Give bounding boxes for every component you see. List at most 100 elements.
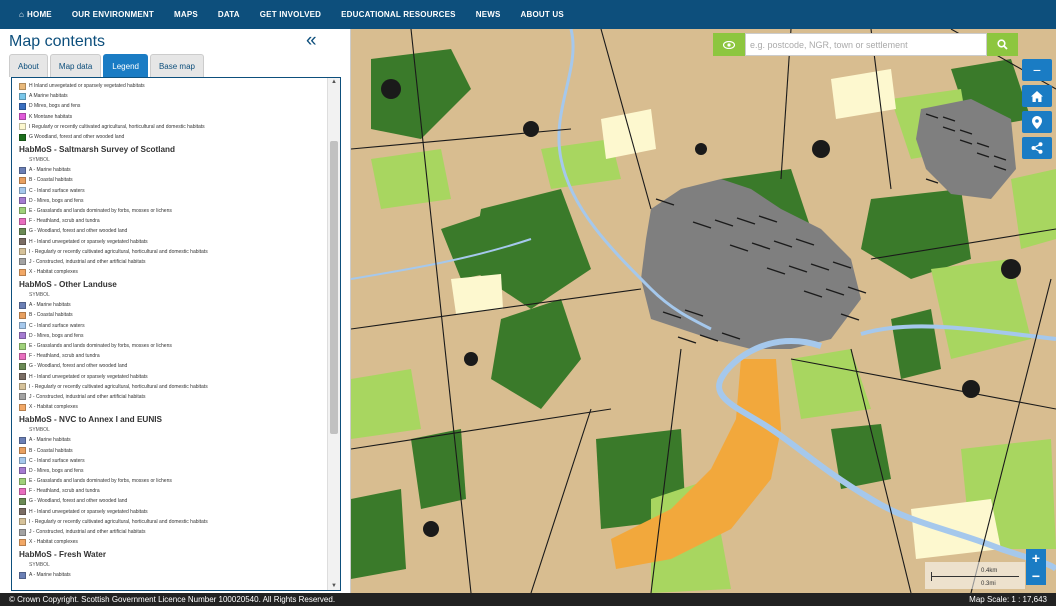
legend-scrollbar[interactable]: ▲ ▼	[327, 78, 340, 590]
legend-swatch	[19, 238, 26, 246]
legend-item-label: I - Regularly or recently cultivated agr…	[29, 248, 208, 255]
legend-symbol-label: SYMBOL	[29, 157, 50, 164]
legend-item-label: C - Inland surface waters	[29, 322, 85, 329]
legend-item: F - Heathland, scrub and tundra	[19, 486, 328, 496]
legend-item: B - Coastal habitats	[19, 310, 328, 320]
map-field-grassland	[371, 149, 451, 209]
legend-section-heading: HabMoS - Saltmarsh Survey of Scotland	[19, 145, 176, 155]
map-controls: −	[1022, 59, 1052, 163]
map-contents-sidebar: Map contents « About Map data Legend Base m…	[0, 29, 351, 593]
legend-item-label: B - Coastal habitats	[29, 177, 73, 184]
legend-item: A - Marine habitats	[19, 570, 328, 580]
legend-item-label: A - Marine habitats	[29, 572, 71, 579]
legend-item-label: H Inland unvegetated or sparsely vegetat…	[29, 83, 145, 90]
location-search-input[interactable]	[745, 33, 987, 56]
legend-item: B - Coastal habitats	[19, 445, 328, 455]
share-icon[interactable]	[1022, 137, 1052, 159]
legend-swatch	[19, 197, 26, 205]
legend-swatch	[19, 258, 26, 266]
legend-item: D - Mires, bogs and fens	[19, 196, 328, 206]
scale-line	[931, 576, 1019, 577]
legend-swatch	[19, 342, 26, 350]
search-icon[interactable]	[987, 33, 1018, 56]
zoom-controls: + −	[1026, 549, 1046, 585]
legend-item-label: F - Heathland, scrub and tundra	[29, 353, 100, 360]
nav-item-label: EDUCATIONAL RESOURCES	[341, 10, 456, 19]
legend-item: A Marine habitats	[19, 91, 328, 101]
map-canvas[interactable]: − 0.4km 0.3mi + −	[351, 29, 1056, 593]
habitat-map[interactable]	[351, 29, 1056, 593]
legend-swatch	[19, 322, 26, 330]
legend-item-label: B - Coastal habitats	[29, 447, 73, 454]
location-search-bar	[713, 33, 1018, 56]
legend-item: E - Grasslands and lands dominated by fo…	[19, 476, 328, 486]
scroll-up-arrow-icon[interactable]: ▲	[331, 79, 337, 85]
legend-item: D - Mires, bogs and fens	[19, 331, 328, 341]
zoom-out-icon[interactable]: −	[1022, 59, 1052, 81]
nav-item-about-us[interactable]: ABOUT US	[521, 10, 564, 19]
location-pin-icon[interactable]	[1022, 111, 1052, 133]
legend-item-label: A Marine habitats	[29, 93, 68, 100]
legend-item-label: G - Woodland, forest and other wooded la…	[29, 363, 128, 370]
tab-about[interactable]: About	[9, 54, 48, 77]
tab-legend[interactable]: Legend	[103, 54, 148, 77]
dense-woodland-patch	[812, 140, 830, 158]
tab-map-data[interactable]: Map data	[49, 54, 102, 77]
zoom-in-plus-icon[interactable]: +	[1026, 549, 1046, 567]
legend-item-label: H - Inland unvegetated or sparsely veget…	[29, 238, 148, 245]
legend-item: A - Marine habitats	[19, 165, 328, 175]
sidebar-tabs: About Map data Legend Base map	[9, 54, 206, 77]
legend-swatch	[19, 311, 26, 319]
nav-item-home[interactable]: ⌂ HOME	[19, 10, 52, 19]
nav-item-news[interactable]: NEWS	[476, 10, 501, 19]
legend-item-label: E - Grasslands and lands dominated by fo…	[29, 343, 172, 350]
legend-swatch	[19, 508, 26, 516]
legend-swatch	[19, 166, 26, 174]
legend-swatch	[19, 248, 26, 256]
legend-swatch	[19, 207, 26, 215]
collapse-sidebar-button[interactable]: «	[306, 30, 317, 52]
sidebar-title: Map contents	[9, 33, 106, 50]
legend-item-label: J - Constructed, industrial and other ar…	[29, 258, 146, 265]
legend-item: H Inland unvegetated or sparsely vegetat…	[19, 81, 328, 91]
legend-item-label: X - Habitat complexes	[29, 269, 78, 276]
legend-item-label: X - Habitat complexes	[29, 404, 78, 411]
legend-item: J - Constructed, industrial and other ar…	[19, 392, 328, 402]
zoom-out-minus-icon[interactable]: −	[1026, 567, 1046, 585]
legend-section-heading: HabMoS - Other Landuse	[19, 280, 117, 290]
scrollbar-thumb[interactable]	[330, 141, 338, 434]
legend-swatch	[19, 528, 26, 536]
map-field-cultivated	[451, 274, 503, 314]
legend-item-label: D - Mires, bogs and fens	[29, 467, 84, 474]
dense-woodland-patch	[523, 121, 539, 137]
legend-item-label: I - Regularly or recently cultivated agr…	[29, 383, 208, 390]
home-icon: ⌂	[19, 10, 25, 19]
scale-mi-label: 0.3mi	[981, 581, 996, 587]
legend-swatch	[19, 497, 26, 505]
legend-item-label: E - Grasslands and lands dominated by fo…	[29, 207, 172, 214]
nav-item-label: HOME	[27, 10, 52, 19]
dense-woodland-patch	[381, 79, 401, 99]
legend-item: A - Marine habitats	[19, 300, 328, 310]
footer-bar: © Crown Copyright. Scottish Government L…	[0, 593, 1056, 606]
legend-item-label: B - Coastal habitats	[29, 312, 73, 319]
nav-item-maps[interactable]: MAPS	[174, 10, 198, 19]
eye-icon[interactable]	[713, 33, 745, 56]
home-icon[interactable]	[1022, 85, 1052, 107]
tab-base-map[interactable]: Base map	[149, 54, 204, 77]
nav-item-get-involved[interactable]: GET INVOLVED	[260, 10, 321, 19]
legend-swatch	[19, 457, 26, 465]
legend-item: B - Coastal habitats	[19, 175, 328, 185]
legend-swatch	[19, 187, 26, 195]
legend-swatch	[19, 487, 26, 495]
legend-swatch	[19, 176, 26, 184]
nav-item-our-environment[interactable]: OUR ENVIRONMENT	[72, 10, 154, 19]
legend-item: H - Inland unvegetated or sparsely veget…	[19, 236, 328, 246]
nav-item-educational-resources[interactable]: EDUCATIONAL RESOURCES	[341, 10, 456, 19]
legend-item-label: J - Constructed, industrial and other ar…	[29, 529, 146, 536]
scroll-down-arrow-icon[interactable]: ▼	[331, 583, 337, 589]
nav-item-data[interactable]: DATA	[218, 10, 240, 19]
legend-item: E - Grasslands and lands dominated by fo…	[19, 206, 328, 216]
legend-item: C - Inland surface waters	[19, 186, 328, 196]
legend-swatch	[19, 447, 26, 455]
